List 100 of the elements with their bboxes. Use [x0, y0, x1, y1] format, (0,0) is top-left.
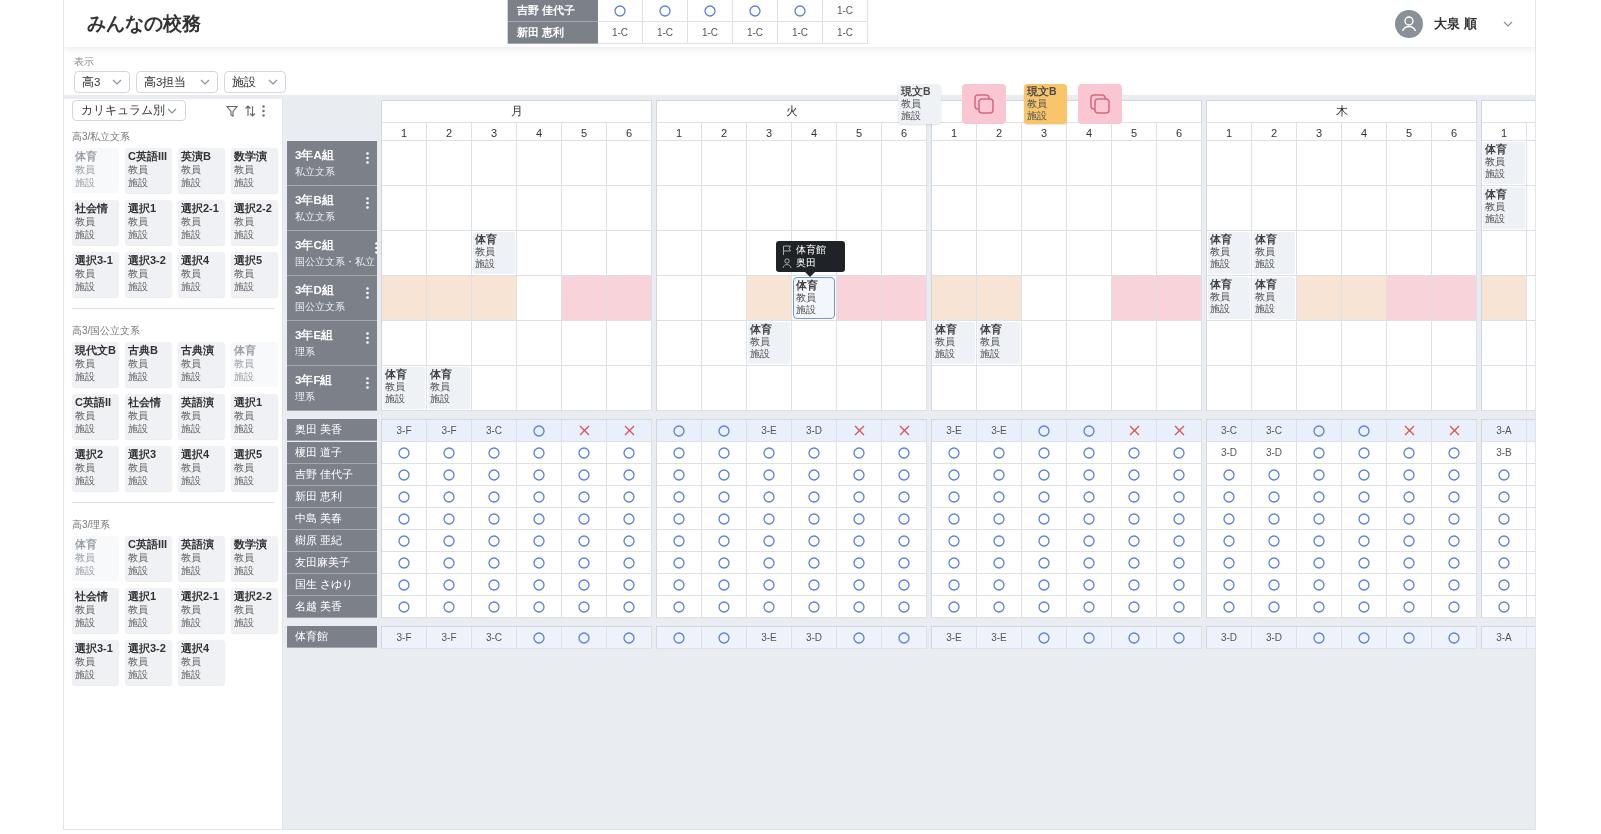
room-label: 施設 — [796, 304, 817, 317]
teacher-row[interactable]: 榎田 道子 3-D 3-D 3-B — [287, 442, 1535, 464]
circle-icon — [1223, 490, 1235, 503]
circle-icon — [993, 556, 1005, 569]
circle-icon — [898, 631, 910, 644]
filter-dropdown[interactable]: 高3担当 — [136, 71, 218, 93]
lesson-card[interactable]: 体育 教員 施設 — [473, 232, 515, 274]
copy-button[interactable] — [1078, 84, 1122, 124]
lesson-card[interactable]: 体育 教員 施設 — [1483, 142, 1525, 184]
room-label: 施設 — [1255, 258, 1276, 271]
subject-card[interactable]: 選択2-1 教員 施設 — [178, 200, 225, 245]
lesson-card[interactable]: 体育 教員 施設 — [933, 322, 975, 364]
class-name: 3年C組 — [295, 238, 335, 253]
subject-name: 選択2-2 — [234, 590, 273, 603]
subject-card[interactable]: 選択1 教員 施設 — [125, 588, 172, 633]
teacher-label: 教員 — [181, 603, 202, 616]
lesson-card[interactable]: 体育 教員 施設 — [428, 367, 470, 409]
teacher-label: 教員 — [385, 380, 406, 393]
teacher-row[interactable]: 国生 さゆり — [287, 574, 1535, 596]
subject-card[interactable]: 社会情 教員 施設 — [72, 200, 119, 245]
lesson-card[interactable]: 体育 教員 施設 — [383, 367, 425, 409]
kebab-menu-icon[interactable] — [366, 377, 369, 389]
subject-card[interactable]: 選択1 教員 施設 — [125, 200, 172, 245]
circle-icon — [763, 600, 775, 613]
teacher-row[interactable]: 名越 美香 — [287, 596, 1535, 618]
subject-card[interactable]: C英語III 教員 施設 — [125, 148, 172, 193]
subject-card[interactable]: 選択4 教員 施設 — [178, 252, 225, 297]
lesson-card[interactable]: 体育 教員 施設 — [748, 322, 790, 364]
subject-card[interactable]: 英語演 教員 施設 — [178, 394, 225, 439]
circle-icon — [578, 468, 590, 481]
availability-cell: 1-C — [688, 22, 733, 44]
kebab-menu-icon[interactable] — [366, 287, 369, 299]
filter-dropdown[interactable]: 高3 — [74, 71, 130, 93]
circle-icon — [1223, 468, 1235, 481]
subject-card[interactable]: 社会情 教員 施設 — [125, 394, 172, 439]
subject-card[interactable]: 選択2 教員 施設 — [72, 446, 119, 491]
teacher-row[interactable]: 吉野 佳代子 — [287, 464, 1535, 486]
lesson-card[interactable]: 体育 教員 施設 — [1208, 277, 1250, 319]
teacher-label: 教員 — [128, 357, 149, 370]
room-label: 施設 — [75, 176, 96, 189]
teacher-row[interactable]: 友田麻美子 — [287, 552, 1535, 574]
teacher-label: 教員 — [75, 551, 96, 564]
lesson-card[interactable]: 体育 教員 施設 — [978, 322, 1020, 364]
circle-icon — [1403, 490, 1415, 503]
subject-card[interactable]: C英語III 教員 施設 — [125, 536, 172, 581]
subject-card[interactable]: 選択4 教員 施設 — [178, 640, 225, 685]
subject-card[interactable]: 選択3-1 教員 施設 — [72, 252, 119, 297]
subject-card[interactable]: 英演B 教員 施設 — [178, 148, 225, 193]
subject-card[interactable]: 選択1 教員 施設 — [231, 394, 278, 439]
subject-card[interactable]: 選択2-1 教員 施設 — [178, 588, 225, 633]
curriculum-dropdown[interactable]: カリキュラム別 — [72, 100, 186, 121]
subject-card[interactable]: 古典B 教員 施設 — [125, 342, 172, 387]
teacher-row[interactable]: 中島 美春 — [287, 508, 1535, 530]
circle-icon — [1358, 534, 1370, 547]
circle-icon — [993, 512, 1005, 525]
filter-icon[interactable] — [226, 104, 238, 117]
circle-icon — [898, 556, 910, 569]
kebab-menu-icon[interactable] — [366, 152, 369, 164]
lesson-card[interactable]: 体育 教員 施設 — [1253, 277, 1295, 319]
subject-card[interactable]: 社会情 教員 施設 — [72, 588, 119, 633]
subject-card[interactable]: 選択3-2 教員 施設 — [125, 640, 172, 685]
copy-button[interactable] — [962, 84, 1006, 124]
subject-card[interactable]: 数学演 教員 施設 — [231, 148, 278, 193]
teacher-row[interactable]: 樹原 亜紀 — [287, 530, 1535, 552]
circle-icon — [623, 556, 635, 569]
subject-card[interactable]: 選択3-2 教員 施設 — [125, 252, 172, 297]
lesson-card[interactable]: 体育 教員 施設 — [1208, 232, 1250, 274]
circle-icon — [533, 424, 545, 437]
availability-cell: 3-D — [1207, 627, 1252, 649]
circle-icon — [1448, 578, 1460, 591]
lesson-card[interactable]: 現文B 教員 施設 — [1024, 84, 1067, 124]
facility-name: 体育館 — [287, 626, 377, 648]
subject-card[interactable]: 選択3-1 教員 施設 — [72, 640, 119, 685]
kebab-menu-icon[interactable] — [262, 104, 265, 117]
subject-name: 数学演 — [234, 150, 268, 163]
lesson-card[interactable]: 体育 教員 施設 — [1253, 232, 1295, 274]
lesson-card[interactable]: 現文B 教員 施設 — [898, 84, 941, 124]
subject-card[interactable]: C英語II 教員 施設 — [72, 394, 119, 439]
subject-name: 英語演 — [181, 538, 215, 551]
subject-card[interactable]: 選択5 教員 施設 — [231, 446, 278, 491]
subject-card[interactable]: 選択5 教員 施設 — [231, 252, 278, 297]
subject-card[interactable]: 選択3 教員 施設 — [125, 446, 172, 491]
sort-icon[interactable] — [244, 104, 256, 117]
subject-card[interactable]: 選択2-2 教員 施設 — [231, 588, 278, 633]
subject-card[interactable]: 選択4 教員 施設 — [178, 446, 225, 491]
teacher-row[interactable]: 新田 恵利 — [287, 486, 1535, 508]
subject-card[interactable]: 古典演 教員 施設 — [178, 342, 225, 387]
filter-dropdown[interactable]: 施設 — [224, 71, 286, 93]
kebab-menu-icon[interactable] — [375, 242, 378, 254]
subject-card[interactable]: 英語演 教員 施設 — [178, 536, 225, 581]
circle-icon — [993, 534, 1005, 547]
subject-card[interactable]: 数学演 教員 施設 — [231, 536, 278, 581]
subject-card[interactable]: 選択2-2 教員 施設 — [231, 200, 278, 245]
chevron-down-icon[interactable] — [1503, 20, 1513, 27]
lesson-card[interactable]: 体育 教員 施設 — [793, 277, 835, 319]
kebab-menu-icon[interactable] — [366, 332, 369, 344]
kebab-menu-icon[interactable] — [366, 197, 369, 209]
teacher-row[interactable]: 奥田 美香 3-F 3-F 3-C 3-E 3-D 3-E 3-E 3-C 3-C 3-A — [287, 419, 1535, 442]
subject-card[interactable]: 現代文B 教員 施設 — [72, 342, 119, 387]
lesson-card[interactable]: 体育 教員 施設 — [1483, 187, 1525, 229]
